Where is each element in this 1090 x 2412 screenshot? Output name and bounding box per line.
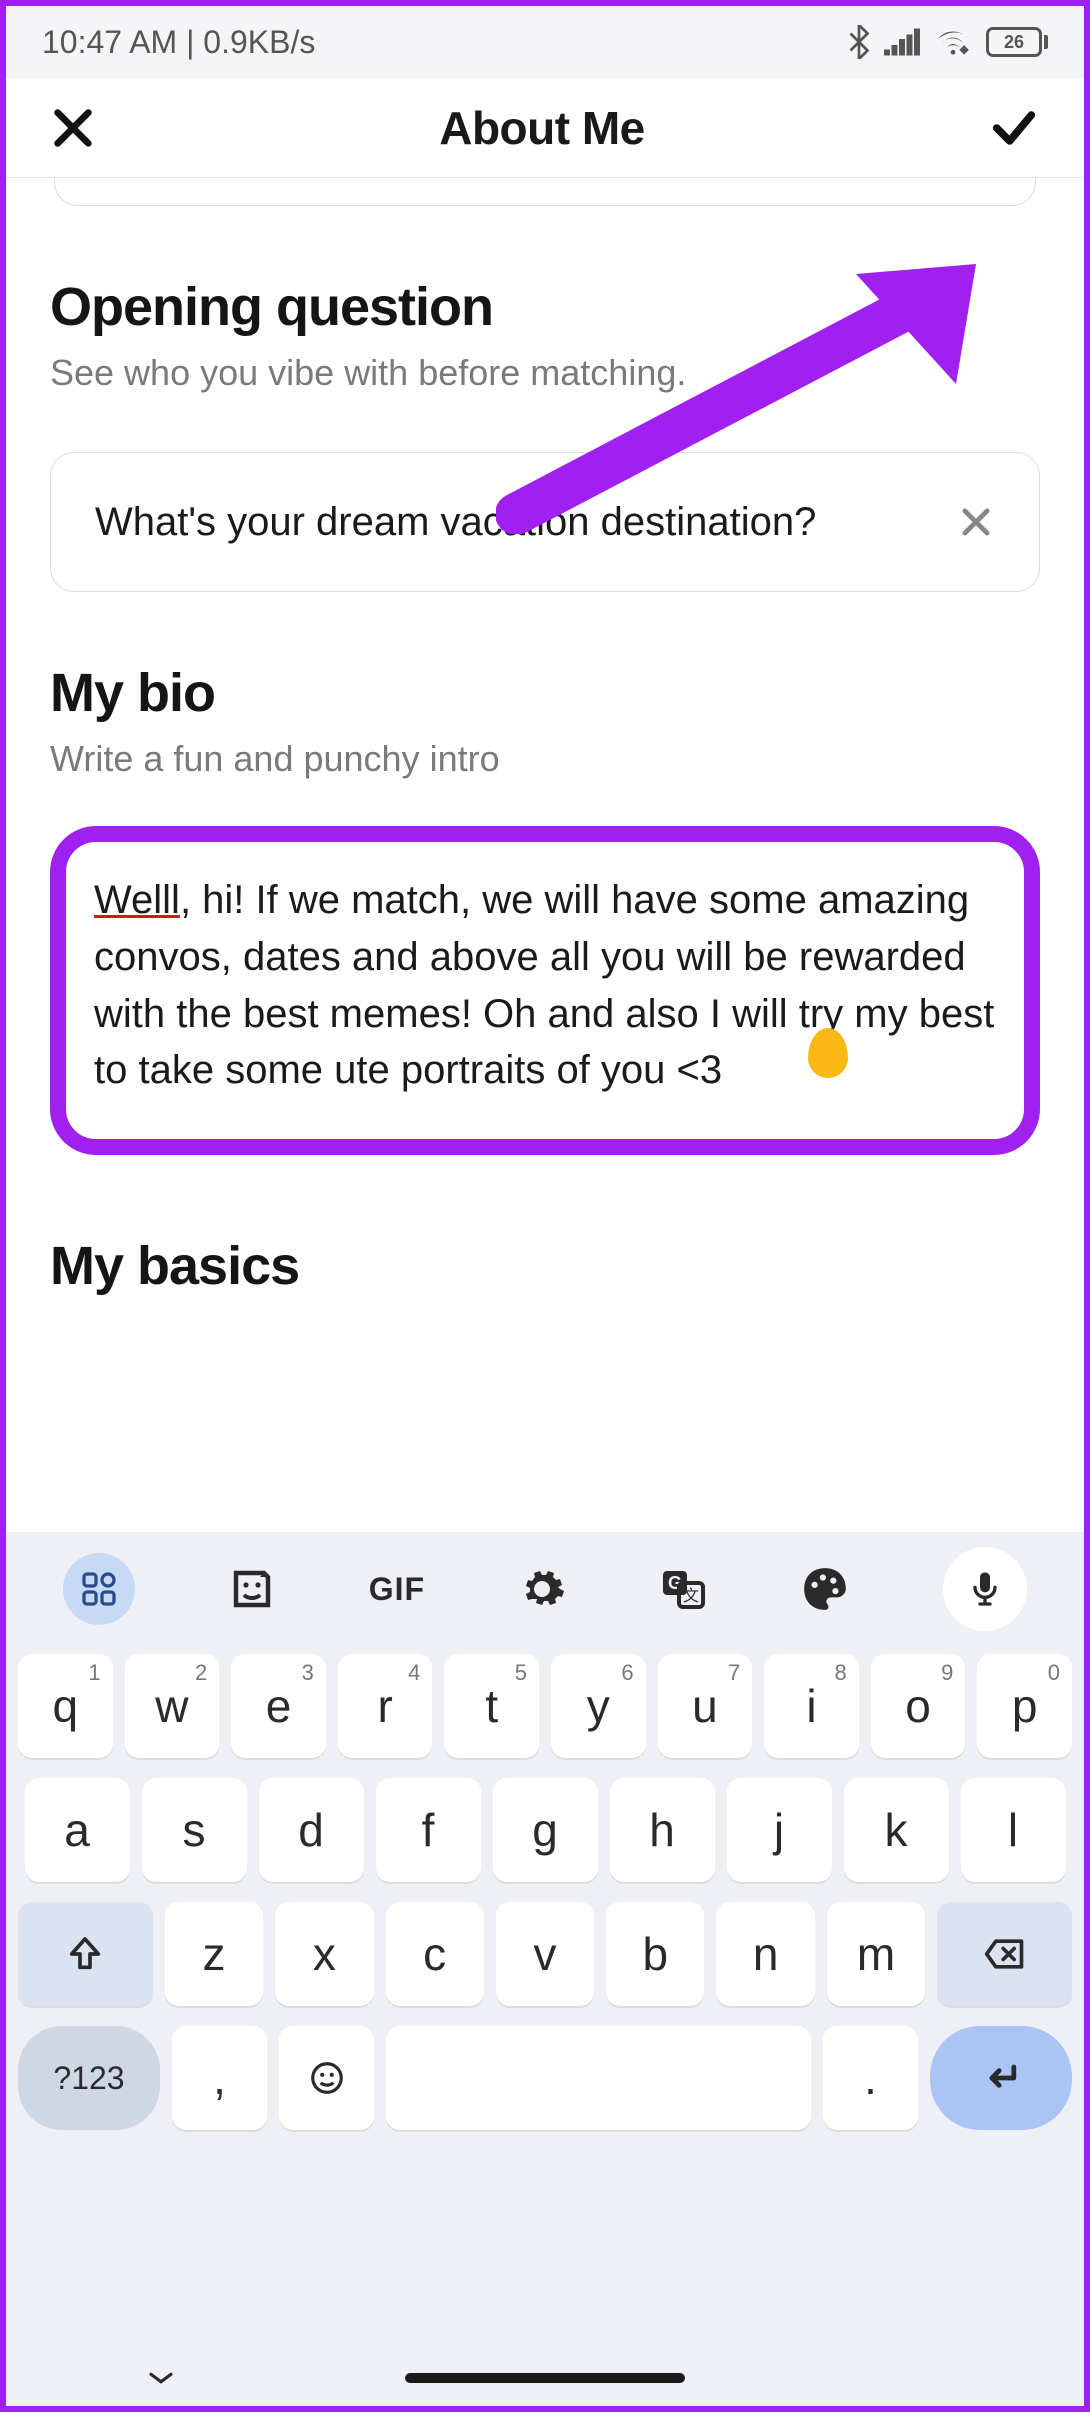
enter-icon	[979, 2056, 1023, 2100]
enter-key[interactable]	[930, 2026, 1072, 2130]
key-i[interactable]: i8	[764, 1654, 859, 1758]
close-icon[interactable]	[50, 105, 96, 151]
key-z[interactable]: z	[165, 1902, 263, 2006]
bio-input-highlighted[interactable]: Welll, hi! If we match, we will have som…	[50, 826, 1040, 1155]
emoji-icon	[308, 2059, 346, 2097]
battery-level: 26	[986, 27, 1042, 57]
shift-key[interactable]	[18, 1902, 153, 2006]
keyboard-apps-icon[interactable]	[63, 1553, 135, 1625]
opening-question-subtitle: See who you vibe with before matching.	[50, 352, 1040, 394]
spacebar-key[interactable]	[386, 2026, 811, 2130]
key-h[interactable]: h	[610, 1778, 715, 1882]
status-time: 10:47 AM | 0.9KB/s	[42, 24, 315, 61]
bio-typo-word: Welll	[94, 878, 180, 922]
basics-title: My basics	[50, 1235, 1040, 1297]
key-w[interactable]: w2	[125, 1654, 220, 1758]
key-c[interactable]: c	[386, 1902, 484, 2006]
key-j[interactable]: j	[727, 1778, 832, 1882]
key-d[interactable]: d	[259, 1778, 364, 1882]
keyboard-row-3: zxcvbnm	[18, 1902, 1072, 2006]
keyboard-collapse-icon[interactable]	[146, 2368, 176, 2388]
mic-icon[interactable]	[943, 1547, 1027, 1631]
bluetooth-icon	[848, 25, 870, 59]
keyboard-row-1: q1w2e3r4t5y6u7i8o9p0	[18, 1654, 1072, 1758]
palette-icon[interactable]	[800, 1564, 850, 1614]
key-u[interactable]: u7	[658, 1654, 753, 1758]
battery-icon: 26	[986, 27, 1048, 57]
sticker-icon[interactable]	[228, 1565, 276, 1613]
period-key[interactable]: .	[823, 2026, 918, 2130]
backspace-icon	[983, 1936, 1027, 1972]
key-l[interactable]: l	[961, 1778, 1066, 1882]
key-n[interactable]: n	[716, 1902, 814, 2006]
symbols-key[interactable]: ?123	[18, 2026, 160, 2130]
key-p[interactable]: p0	[977, 1654, 1072, 1758]
content-scroll[interactable]: Opening question See who you vibe with b…	[6, 178, 1084, 1532]
status-icons: 26	[848, 25, 1048, 59]
settings-gear-icon[interactable]	[518, 1565, 566, 1613]
gif-button[interactable]: GIF	[369, 1571, 425, 1608]
bio-rest: , hi! If we match, we will have some ama…	[94, 878, 994, 1092]
key-m[interactable]: m	[827, 1902, 925, 2006]
emoji-key[interactable]	[279, 2026, 374, 2130]
keyboard-toolbar: GIF G文	[6, 1532, 1084, 1646]
keyboard-row-2: asdfghjkl	[18, 1778, 1072, 1882]
key-q[interactable]: q1	[18, 1654, 113, 1758]
key-x[interactable]: x	[275, 1902, 373, 2006]
key-e[interactable]: e3	[231, 1654, 326, 1758]
system-nav-bar	[6, 2350, 1084, 2406]
opening-question-text: What's your dream vacation destination?	[95, 495, 816, 549]
navbar: About Me	[6, 78, 1084, 178]
keyboard-row-4: ?123 , .	[18, 2026, 1072, 2144]
key-g[interactable]: g	[493, 1778, 598, 1882]
clear-question-icon[interactable]	[957, 503, 995, 541]
status-bar: 10:47 AM | 0.9KB/s 26	[6, 6, 1084, 78]
key-s[interactable]: s	[142, 1778, 247, 1882]
signal-icon	[884, 28, 920, 56]
key-v[interactable]: v	[496, 1902, 594, 2006]
bio-title: My bio	[50, 662, 1040, 724]
backspace-key[interactable]	[937, 1902, 1072, 2006]
wifi-icon	[934, 27, 972, 57]
home-pill[interactable]	[405, 2373, 685, 2383]
translate-icon[interactable]: G文	[659, 1565, 707, 1613]
key-t[interactable]: t5	[444, 1654, 539, 1758]
page-title: About Me	[439, 101, 645, 155]
previous-card-peek	[54, 178, 1036, 206]
key-k[interactable]: k	[844, 1778, 949, 1882]
opening-question-card[interactable]: What's your dream vacation destination?	[50, 452, 1040, 592]
keyboard[interactable]: GIF G文 q1w2e3r4t5y6u7i8o9p0 asdfghjkl zx…	[6, 1532, 1084, 2350]
confirm-check-icon[interactable]	[988, 102, 1040, 154]
key-f[interactable]: f	[376, 1778, 481, 1882]
bio-subtitle: Write a fun and punchy intro	[50, 738, 1040, 780]
key-a[interactable]: a	[25, 1778, 130, 1882]
key-r[interactable]: r4	[338, 1654, 433, 1758]
key-y[interactable]: y6	[551, 1654, 646, 1758]
key-o[interactable]: o9	[871, 1654, 966, 1758]
svg-text:文: 文	[683, 1587, 699, 1605]
comma-key[interactable]: ,	[172, 2026, 267, 2130]
key-b[interactable]: b	[606, 1902, 704, 2006]
bio-text[interactable]: Welll, hi! If we match, we will have som…	[94, 872, 996, 1099]
opening-question-title: Opening question	[50, 276, 1040, 338]
shift-icon	[65, 1934, 105, 1974]
